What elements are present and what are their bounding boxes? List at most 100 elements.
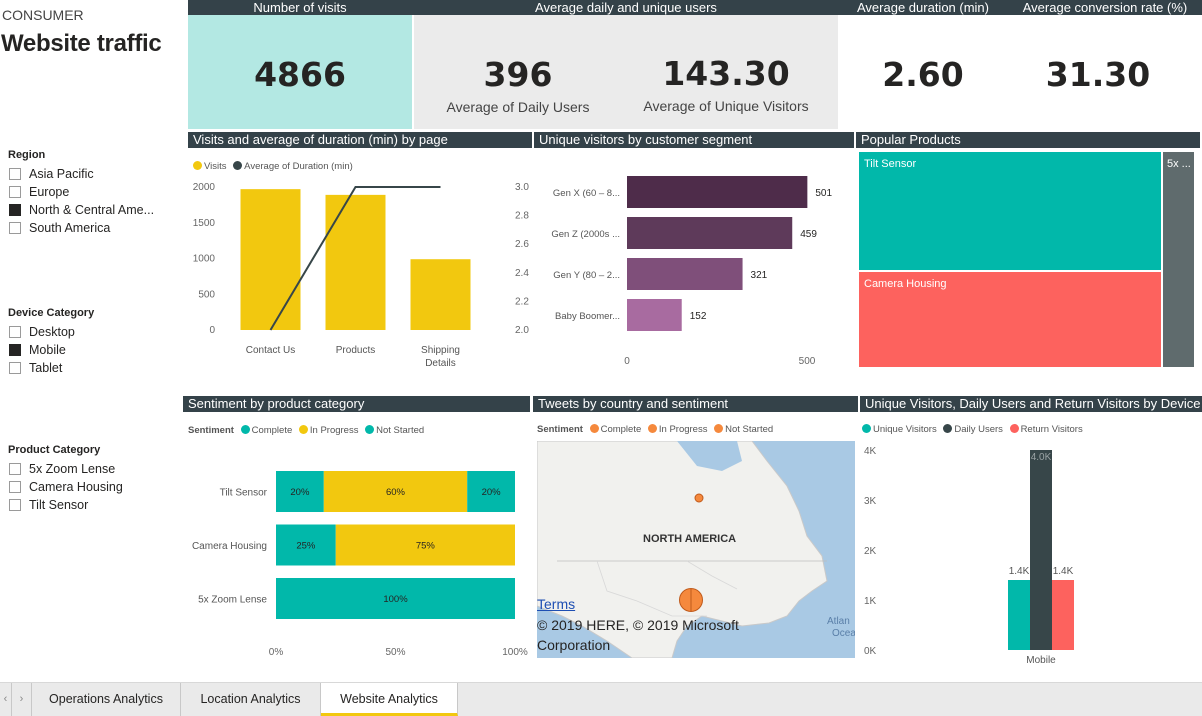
legend-dot-icon: [589, 424, 599, 433]
map-bubble-large[interactable]: [678, 587, 704, 613]
bar-return-visitors[interactable]: [1052, 580, 1074, 650]
region-south-america[interactable]: South America: [9, 219, 110, 237]
y2-tick-label: 2.2: [515, 296, 529, 307]
data-label: 152: [690, 311, 707, 322]
tab-location-analytics[interactable]: Location Analytics: [181, 683, 321, 716]
region-asia-pacific[interactable]: Asia Pacific: [9, 165, 94, 183]
y-category-label: Camera Housing: [192, 541, 267, 552]
bar-segment[interactable]: [627, 176, 808, 208]
checkbox-icon[interactable]: [9, 222, 21, 234]
bar-segment[interactable]: [627, 217, 793, 249]
report-title: Website traffic: [1, 30, 162, 57]
data-label: 1.4K: [1053, 566, 1074, 577]
y-tick-label: 0K: [864, 646, 877, 657]
region-europe[interactable]: Europe: [9, 183, 69, 201]
checkbox-icon[interactable]: [9, 499, 21, 511]
device-mobile[interactable]: Mobile: [9, 341, 66, 359]
bar-daily-users[interactable]: [1030, 450, 1052, 650]
tab-scroll-right[interactable]: ›: [12, 683, 32, 716]
y-tick-label: 500: [198, 289, 215, 300]
product-camera-housing[interactable]: Camera Housing: [9, 478, 123, 496]
bar-segment[interactable]: [627, 258, 743, 290]
y-tick-label: 2000: [193, 182, 216, 193]
sentiment-chart-header: Sentiment by product category: [183, 396, 530, 412]
bar-visits[interactable]: [240, 189, 301, 330]
x-tick-label: Details: [425, 358, 456, 369]
popular-products-header: Popular Products: [856, 132, 1200, 148]
legend-dot-icon: [233, 161, 243, 170]
treemap-tilt-sensor[interactable]: Tilt Sensor: [859, 152, 1161, 270]
visits-duration-chart: 0 500 1000 1500 2000 2.0 2.2 2.4 2.6 2.8 3.0 Contac…: [193, 182, 530, 369]
x-tick-label: 500: [799, 356, 816, 367]
data-label: 20%: [290, 487, 310, 498]
checkbox-icon[interactable]: [9, 362, 21, 374]
bar-segment[interactable]: [627, 299, 682, 331]
map-bubble-small[interactable]: [694, 493, 704, 503]
checkbox-icon[interactable]: [9, 326, 21, 338]
checkbox-icon[interactable]: [9, 168, 21, 180]
checkbox-checked-icon[interactable]: [9, 344, 21, 356]
x-tick-label: 100%: [502, 647, 528, 658]
device-tablet[interactable]: Tablet: [9, 359, 62, 377]
tab-scroll-left[interactable]: ‹: [0, 683, 12, 716]
kpi-visits-value: 4866: [254, 55, 346, 94]
tweets-map[interactable]: NORTH AMERICA Atlan Ocea Terms © 2019 HE…: [537, 441, 855, 658]
x-tick-label: 0: [624, 356, 630, 367]
device-desktop[interactable]: Desktop: [9, 323, 75, 341]
kpi-daily-users-value: 396: [483, 55, 553, 94]
data-label: 100%: [383, 594, 408, 605]
y-tick-label: 3K: [864, 496, 877, 507]
y2-tick-label: 2.8: [515, 211, 529, 222]
x-tick-label: 50%: [385, 647, 405, 658]
chevron-left-icon: ‹: [3, 693, 8, 705]
map-terms-link[interactable]: Terms: [537, 596, 575, 612]
y2-tick-label: 3.0: [515, 182, 529, 193]
region-north-central-america[interactable]: North & Central Ame...: [9, 201, 154, 219]
legend-dot-icon: [647, 424, 657, 433]
legend-dot-icon: [298, 425, 308, 434]
checkbox-checked-icon[interactable]: [9, 204, 21, 216]
y-tick-label: 2K: [864, 546, 877, 557]
legend-dot-icon: [862, 424, 871, 433]
product-5x-zoom-lense[interactable]: 5x Zoom Lense: [9, 460, 115, 478]
chevron-right-icon: ›: [19, 693, 24, 705]
product-slicer-title: Product Category: [8, 444, 101, 456]
y2-tick-label: 2.0: [515, 325, 529, 336]
legend-dot-icon: [193, 161, 202, 170]
treemap-5x-zoom-lense[interactable]: 5x ...: [1163, 152, 1194, 367]
kpi-conversion-value[interactable]: 31.30: [1008, 55, 1188, 94]
y-tick-label: 1K: [864, 596, 877, 607]
visits-duration-chart-header: Visits and average of duration (min) by …: [188, 132, 532, 148]
y-category-label: 5x Zoom Lense: [198, 595, 267, 606]
treemap-camera-housing[interactable]: Camera Housing: [859, 272, 1161, 367]
checkbox-icon[interactable]: [9, 481, 21, 493]
y-category-label: Baby Boomer...: [555, 311, 620, 322]
x-tick-label: Shipping: [421, 345, 460, 356]
checkbox-icon[interactable]: [9, 463, 21, 475]
legend-dot-icon: [714, 424, 724, 433]
tab-operations-analytics[interactable]: Operations Analytics: [32, 683, 181, 716]
product-tilt-sensor[interactable]: Tilt Sensor: [9, 496, 88, 514]
data-label: 4.0K: [1031, 452, 1052, 463]
x-tick-label: Mobile: [1026, 655, 1056, 666]
y-category-label: Gen X (60 – 8...: [553, 188, 620, 199]
region-slicer-title: Region: [8, 149, 46, 161]
bar-visits[interactable]: [325, 194, 386, 330]
bar-unique-visitors[interactable]: [1008, 580, 1030, 650]
kpi-duration-value[interactable]: 2.60: [845, 55, 1001, 94]
kpi-unique-visitors-value: 143.30: [662, 54, 790, 93]
sentiment-legend: Sentiment Complete In Progress Not Start…: [188, 425, 425, 436]
y-tick-label: 4K: [864, 446, 877, 457]
y-tick-label: 1500: [193, 218, 216, 229]
tab-website-analytics[interactable]: Website Analytics: [321, 683, 458, 716]
bar-visits[interactable]: [410, 259, 471, 330]
kpi-conversion-header: Average conversion rate (%): [1022, 0, 1188, 15]
y2-tick-label: 2.4: [515, 268, 529, 279]
data-label: 459: [800, 229, 817, 240]
legend-dot-icon: [365, 425, 375, 434]
data-label: 501: [815, 188, 832, 199]
sentiment-chart: Tilt Sensor 20% 60% 20% Camera Housing 25% 75%…: [192, 471, 528, 658]
data-label: 25%: [296, 541, 316, 552]
legend-dot-icon: [240, 425, 250, 434]
checkbox-icon[interactable]: [9, 186, 21, 198]
